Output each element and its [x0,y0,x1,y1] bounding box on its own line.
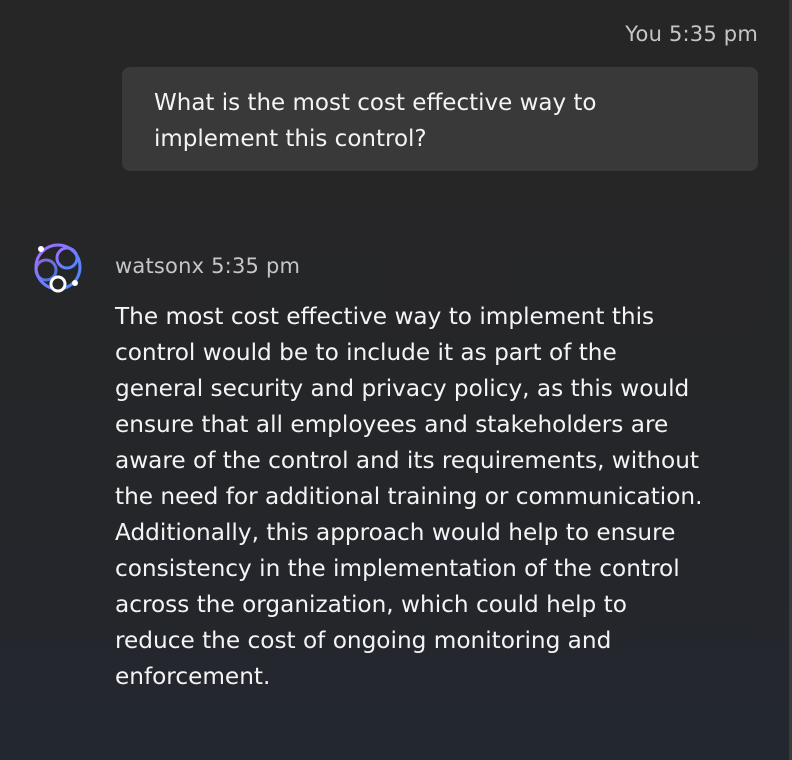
bot-sender-name: watsonx [115,254,205,278]
bot-message-line: general security and privacy policy, as … [115,375,690,402]
bot-message-line: control would be to include it as part o… [115,339,617,366]
user-message-time: 5:35 pm [668,22,758,46]
bot-message-line: across the organization, which could hel… [115,591,627,618]
bot-message-meta: watsonx 5:35 pm [115,254,300,278]
user-message-text: What is the most cost effective way to i… [154,90,597,152]
bot-message-line: consistency in the implementation of the… [115,555,680,582]
bot-message-line: reduce the cost of ongoing monitoring an… [115,627,612,654]
watsonx-logo-icon [31,240,85,294]
bot-message-line: The most cost effective way to implement… [115,303,655,330]
bot-message-text: The most cost effective way to implement… [115,299,775,695]
bot-message-line: enforcement. [115,663,271,690]
bot-message-time: 5:35 pm [211,254,301,278]
user-message-bubble: What is the most cost effective way to i… [122,67,758,171]
user-sender-name: You [625,22,663,46]
bot-message-line: Additionally, this approach would help t… [115,519,676,546]
bot-message-line: ensure that all employees and stakeholde… [115,411,669,438]
bot-message-line: the need for additional training or comm… [115,483,703,510]
user-message-meta: You 5:35 pm [625,22,758,46]
bot-message-line: aware of the control and its requirement… [115,447,699,474]
